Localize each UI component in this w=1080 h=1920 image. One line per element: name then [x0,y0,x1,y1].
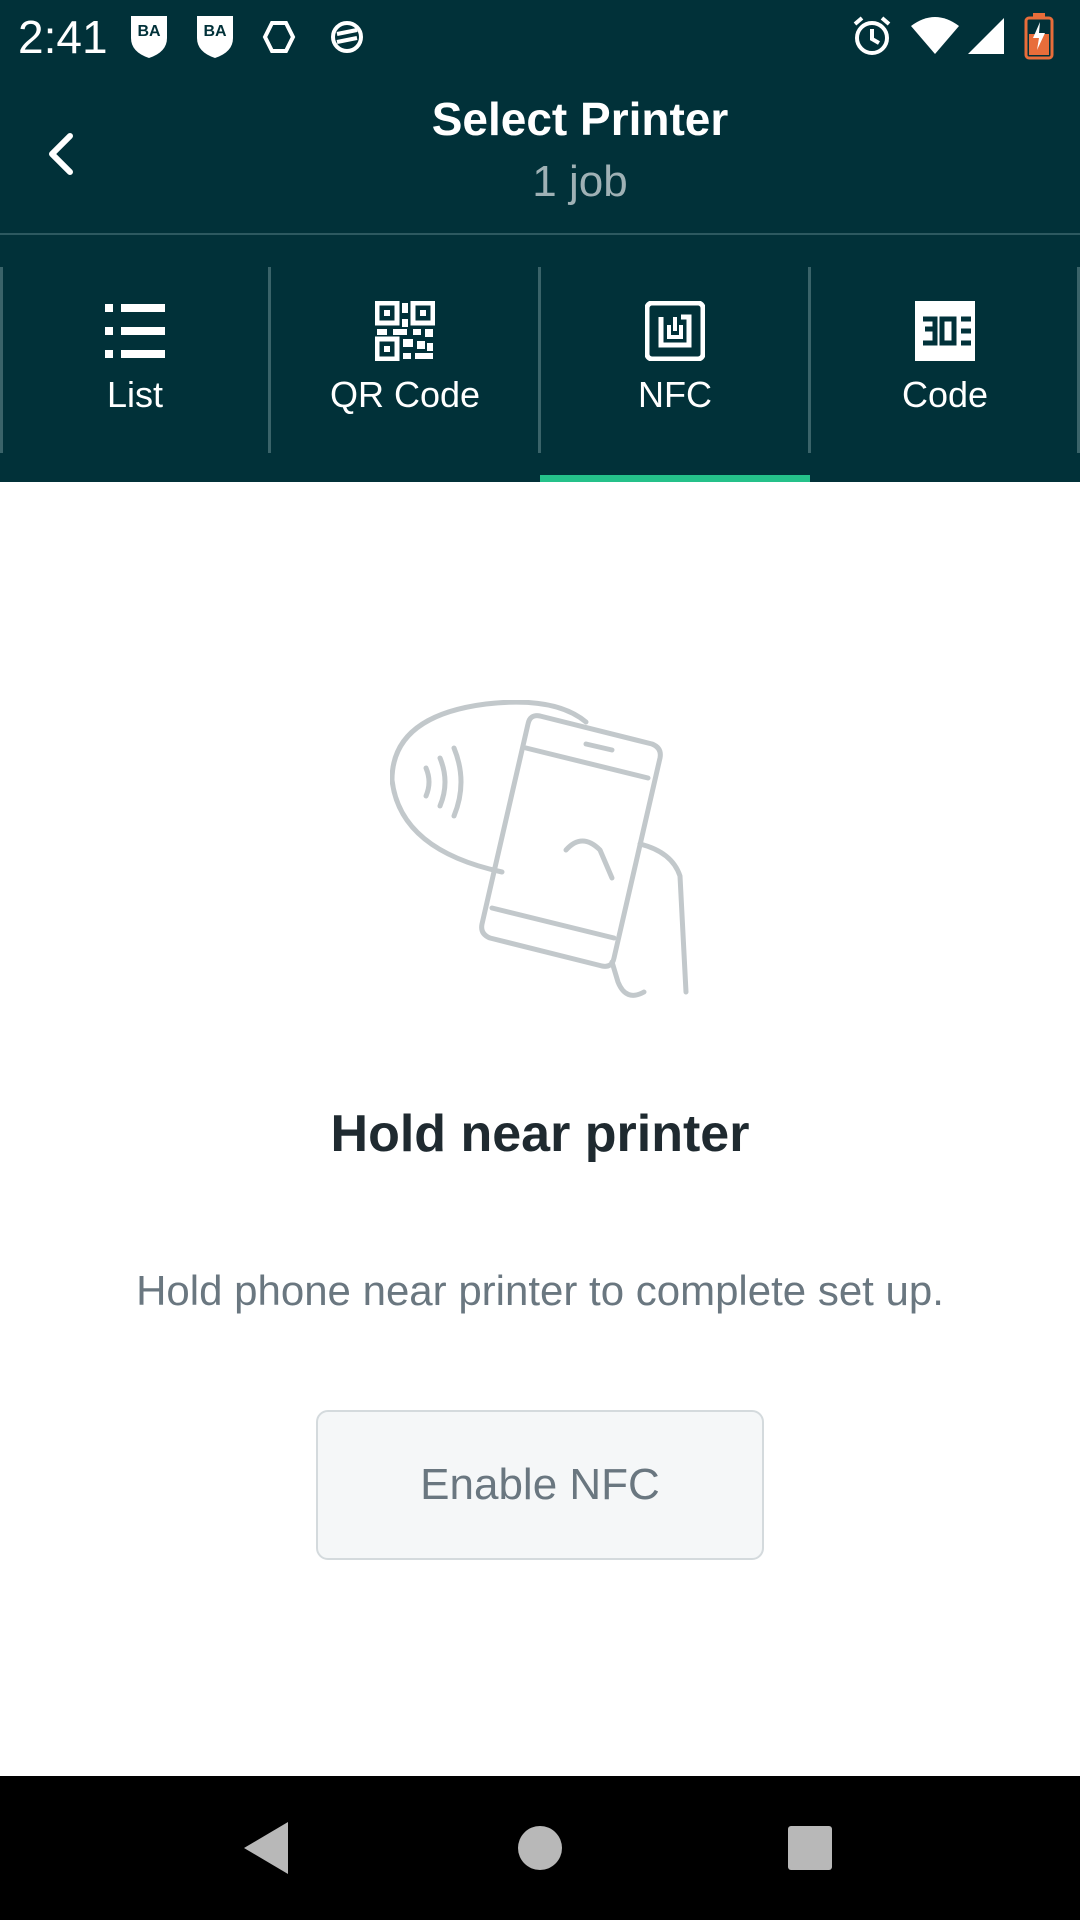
status-time: 2:41 [18,11,108,63]
qr-code-icon [375,301,435,361]
tab-list[interactable]: List [0,235,270,482]
active-tab-indicator [540,475,810,482]
wifi-icon [911,17,959,54]
code-icon [915,301,975,361]
chevron-left-icon [49,133,73,175]
nfc-heading: Hold near printer [330,1105,750,1163]
nfc-description: Hold phone near printer to complete set … [136,1267,944,1314]
nav-bar [0,1776,1080,1920]
tab-bar: List QR Code NFC Code [0,235,1080,482]
nfc-content: Hold near printer Hold phone near printe… [0,482,1080,1776]
back-triangle-icon[interactable] [236,1816,300,1880]
page-subtitle: 1 job [532,157,628,206]
tab-qr-code[interactable]: QR Code [270,235,540,482]
app-header: Select Printer 1 job [0,74,1080,234]
tab-label: List [106,374,164,415]
status-bar: 2:41 BA BA [0,0,1080,74]
title-group: Select Printer 1 job [200,92,960,210]
nfc-icon [645,301,705,361]
page-title: Select Printer [431,93,729,145]
recents-square-icon[interactable] [778,1816,842,1880]
tab-label: NFC [638,374,712,415]
screen: 2:41 BA BA Select Printer 1 job List QR … [0,0,1080,1920]
ba-shield-icon: BA [197,16,233,58]
list-icon [105,304,165,358]
phone-nfc-tap-icon [390,700,689,998]
alarm-icon [853,16,891,55]
hexagon-icon [262,21,296,53]
signal-icon [968,18,1004,54]
ba-label: BA [137,23,161,40]
tab-nfc[interactable]: NFC [540,235,810,482]
ba-label: BA [203,23,227,40]
tab-label: QR Code [329,374,481,415]
tab-label: Code [901,374,989,415]
enable-nfc-button[interactable]: Enable NFC [316,1410,764,1560]
battery-charging-icon [1024,13,1054,60]
ba-shield-icon: BA [131,16,167,58]
sync-icon [331,21,363,53]
back-button[interactable] [30,122,94,186]
home-circle-icon[interactable] [508,1816,572,1880]
tab-code[interactable]: Code [810,235,1080,482]
